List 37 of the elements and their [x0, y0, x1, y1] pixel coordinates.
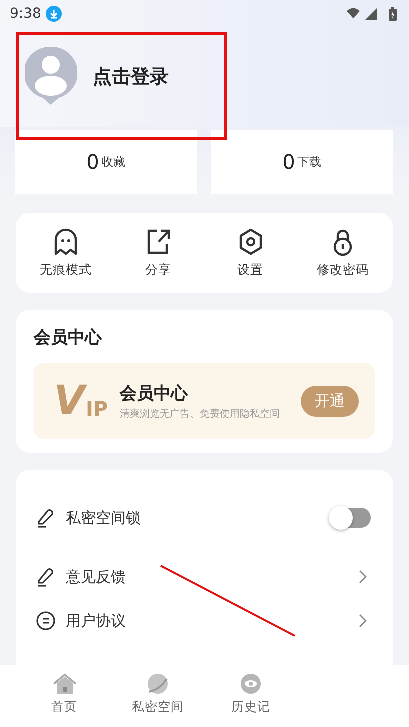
- action-label[interactable]: 无痕模式: [40, 262, 92, 278]
- share-icon[interactable]: [145, 228, 172, 256]
- vip-logo: VIP: [54, 382, 108, 420]
- stat-label: 下载: [297, 154, 322, 170]
- action-label[interactable]: 修改密码: [316, 262, 369, 278]
- action-label[interactable]: 设置: [238, 262, 264, 278]
- banner-subtitle: 清爽浏览无广告、免费使用隐私空间: [120, 408, 282, 420]
- status-time: 9:38: [10, 6, 42, 22]
- pen-icon: [36, 567, 56, 587]
- eye-icon[interactable]: [239, 673, 264, 695]
- signal-icon: [365, 8, 378, 20]
- toggle-switch[interactable]: [331, 508, 371, 528]
- login-label[interactable]: 点击登录: [93, 64, 169, 90]
- avatar-icon: [25, 47, 77, 107]
- member-title: 会员中心: [34, 327, 104, 349]
- wifi-icon: [347, 8, 360, 20]
- action-label[interactable]: 分享: [145, 262, 172, 278]
- stat-count: 0: [86, 150, 100, 174]
- stat-count: 0: [282, 150, 296, 174]
- download-icon: [46, 6, 62, 22]
- chevron-icon[interactable]: [359, 614, 367, 628]
- nav-label[interactable]: 私密空间: [132, 699, 184, 716]
- battery-icon: [389, 6, 397, 20]
- planet-icon[interactable]: [146, 673, 170, 695]
- setting-label[interactable]: 私密空间锁: [66, 508, 321, 528]
- stat-label: 收藏: [101, 154, 126, 170]
- chevron-icon[interactable]: [359, 570, 367, 584]
- setting-label[interactable]: 意见反馈: [66, 568, 349, 586]
- pen-icon: [36, 508, 56, 528]
- document-icon: [36, 611, 56, 631]
- nav-label[interactable]: 历史记: [232, 699, 271, 716]
- nav-label[interactable]: 首页: [52, 699, 78, 716]
- home-icon[interactable]: [52, 673, 77, 695]
- settings-icon[interactable]: [238, 228, 264, 256]
- setting-label[interactable]: 用户协议: [66, 612, 349, 630]
- ghost-icon[interactable]: [53, 228, 80, 256]
- banner-title: 会员中心: [120, 382, 190, 404]
